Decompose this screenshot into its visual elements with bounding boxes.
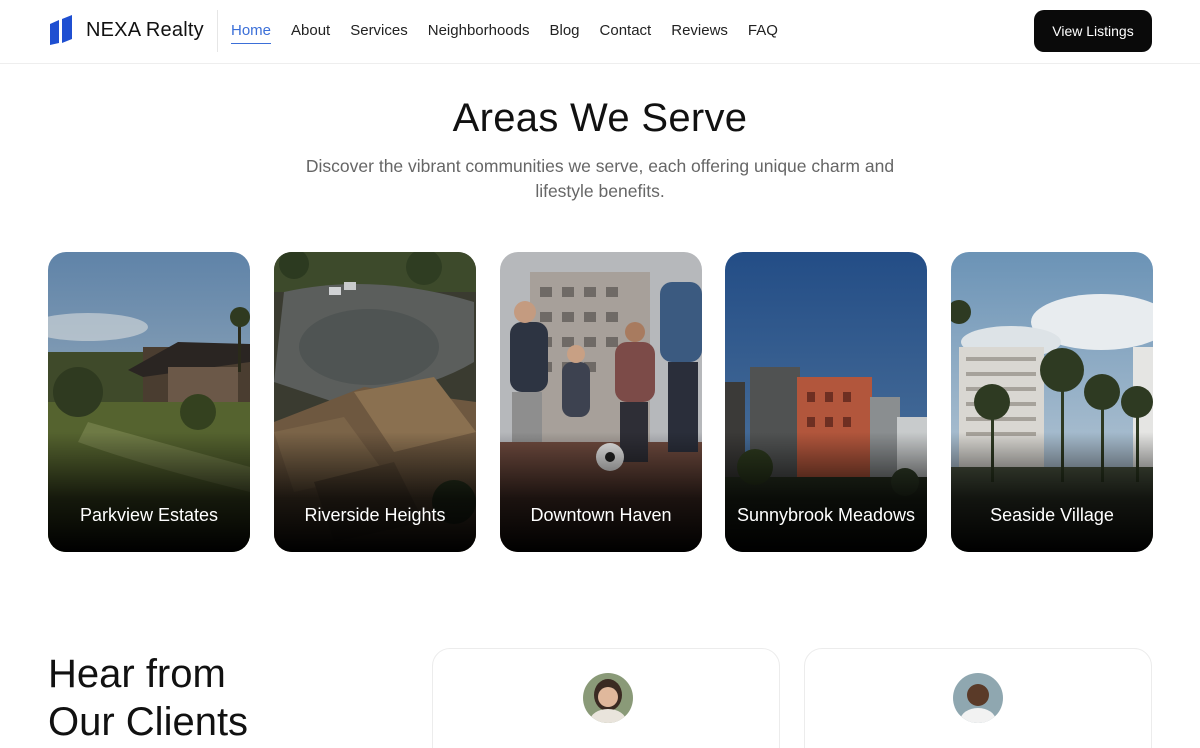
card-gradient xyxy=(274,432,476,552)
area-card-label: Riverside Heights xyxy=(304,505,446,525)
nav-item-faq[interactable]: FAQ xyxy=(748,21,778,41)
card-gradient xyxy=(725,432,927,552)
area-card-parkview-estates[interactable]: Parkview Estates xyxy=(48,252,250,552)
area-card-label: Seaside Village xyxy=(990,505,1114,525)
testimonials-title-line2: Our Clients xyxy=(48,700,249,744)
view-listings-button[interactable]: View Listings xyxy=(1034,10,1152,52)
area-card-riverside-heights[interactable]: Riverside Heights xyxy=(274,252,476,552)
testimonial-card xyxy=(804,648,1152,748)
area-card-downtown-haven[interactable]: Downtown Haven xyxy=(500,252,702,552)
testimonials-title-line1: Hear from xyxy=(48,652,226,696)
nav-item-reviews[interactable]: Reviews xyxy=(671,21,728,41)
area-card-seaside-village[interactable]: Seaside Village xyxy=(951,252,1153,552)
bars-logo-icon xyxy=(50,15,72,45)
header-divider xyxy=(217,10,218,52)
site-header: NEXA Realty Home About Services Neighbor… xyxy=(0,0,1200,64)
nav-item-about[interactable]: About xyxy=(291,21,330,41)
area-cards: Parkview Estates Riverside Heights Downt… xyxy=(48,252,1153,552)
areas-title: Areas We Serve xyxy=(452,96,748,140)
avatar xyxy=(953,673,1003,723)
avatar xyxy=(583,673,633,723)
nav-item-home[interactable]: Home xyxy=(231,21,272,44)
card-gradient xyxy=(48,432,250,552)
nav-item-contact[interactable]: Contact xyxy=(600,21,652,41)
areas-subtitle: Discover the vibrant communities we serv… xyxy=(305,156,895,201)
brand-name: NEXA Realty xyxy=(86,18,204,41)
nav-item-services[interactable]: Services xyxy=(350,21,408,41)
area-card-label: Sunnybrook Meadows xyxy=(736,505,916,525)
main-nav: Home About Services Neighborhoods Blog C… xyxy=(231,0,798,62)
testimonials-title: Hear from Our Clients xyxy=(48,650,248,746)
nav-item-neighborhoods[interactable]: Neighborhoods xyxy=(428,21,530,41)
area-card-sunnybrook-meadows[interactable]: Sunnybrook Meadows xyxy=(725,252,927,552)
nav-item-blog[interactable]: Blog xyxy=(550,21,580,41)
card-gradient xyxy=(500,432,702,552)
brand-logo[interactable]: NEXA Realty xyxy=(48,15,204,45)
area-card-label: Parkview Estates xyxy=(79,505,219,525)
area-card-label: Downtown Haven xyxy=(530,505,672,525)
testimonial-card xyxy=(432,648,780,748)
card-gradient xyxy=(951,432,1153,552)
